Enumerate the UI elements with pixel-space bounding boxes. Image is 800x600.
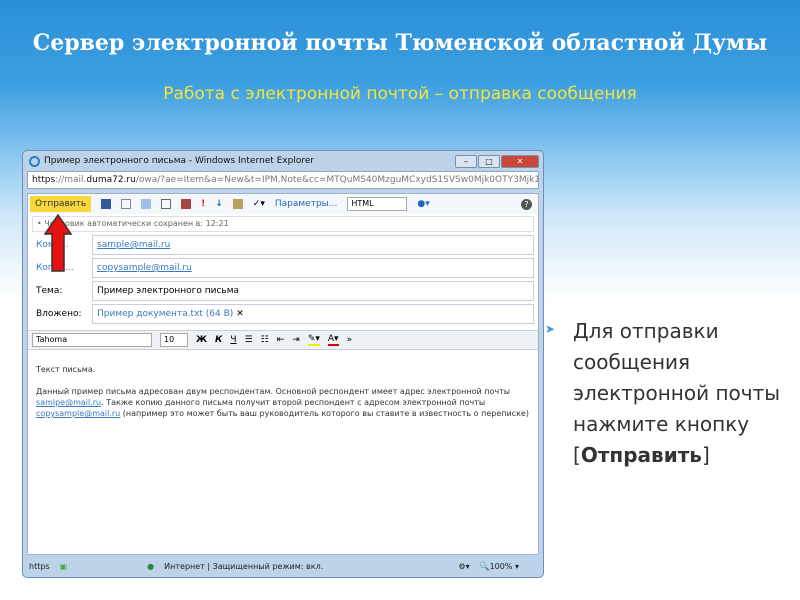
- bullets-icon[interactable]: ☰: [245, 335, 253, 345]
- title-bar: Пример электронного письма - Windows Int…: [23, 151, 543, 171]
- spellcheck-icon[interactable]: ✓▾: [253, 199, 265, 209]
- subject-label: Тема:: [36, 286, 63, 296]
- minimize-button[interactable]: –: [455, 154, 477, 168]
- url-pre: ://mail.: [55, 175, 87, 185]
- instruction-text: Для отправки сообщения электронной почты…: [573, 316, 793, 471]
- info-icon[interactable]: ●▾: [417, 199, 429, 209]
- page-icon: ▣: [59, 561, 68, 571]
- red-arrow-icon: [44, 214, 72, 272]
- low-importance-icon[interactable]: ↓: [215, 199, 223, 209]
- cc-field[interactable]: copysample@mail.ru: [92, 258, 534, 278]
- subject-field[interactable]: Пример электронного письма: [92, 281, 534, 301]
- image-icon[interactable]: [141, 199, 152, 209]
- body-line: Текст письма.: [36, 365, 96, 374]
- format-toolbar: Tahoma 10 Ж К Ч ☰ ☷ ⇤ ⇥ ✎▾ A▾ »: [28, 330, 538, 350]
- body-text: (например это может быть ваш руководител…: [120, 409, 529, 418]
- attach-label: Вложено:: [36, 309, 82, 319]
- globe-icon: ●: [147, 561, 155, 571]
- url-rest: /owa/?ae=Item&a=New&t=IPM.Note&cc=MTQuMS…: [135, 175, 539, 185]
- attachments-field: Пример документа.txt (64 B) ✕: [92, 304, 534, 324]
- zoom-control[interactable]: 🔍100% ▾: [480, 562, 519, 571]
- attachment-link[interactable]: Пример документа.txt (64 B): [97, 309, 233, 319]
- options-icon[interactable]: [232, 199, 243, 209]
- compose-toolbar: Отправить ! ↓ ✓▾ Параметры... HTML ●▾ ?: [28, 194, 538, 214]
- bracket-close: ]: [701, 443, 710, 467]
- instruction-button-name: Отправить: [580, 443, 702, 467]
- close-button[interactable]: ✕: [501, 154, 539, 168]
- url-scheme: https: [32, 175, 56, 185]
- cc-address: copysample@mail.ru: [97, 263, 192, 273]
- more-icon[interactable]: »: [347, 335, 353, 345]
- body-link[interactable]: copysample@mail.ru: [36, 409, 120, 418]
- numbering-icon[interactable]: ☷: [261, 335, 269, 345]
- to-address: sample@mail.ru: [97, 240, 171, 250]
- ie-icon: [29, 155, 40, 167]
- security-zone: Интернет | Защищенный режим: вкл.: [164, 561, 324, 571]
- bracket-open: [: [573, 443, 581, 467]
- slide-title: Сервер электронной почты Тюменской облас…: [32, 30, 768, 56]
- format-select[interactable]: HTML: [347, 197, 408, 211]
- url-host: duma72.ru: [86, 175, 136, 185]
- maximize-button[interactable]: □: [478, 154, 500, 168]
- window-title: Пример электронного письма - Windows Int…: [44, 156, 315, 166]
- italic-button[interactable]: К: [215, 335, 222, 345]
- size-select[interactable]: 10: [160, 333, 188, 347]
- bold-button[interactable]: Ж: [196, 335, 207, 345]
- body-text: Данный пример письма адресован двум респ…: [36, 387, 511, 396]
- compose-page: Отправить ! ↓ ✓▾ Параметры... HTML ●▾ ? …: [27, 193, 539, 555]
- font-color-icon[interactable]: A▾: [327, 334, 339, 346]
- save-icon[interactable]: [101, 199, 112, 209]
- autosave-notice: • Черновик автоматически сохранен в: 12:…: [32, 216, 534, 232]
- status-protocol: https: [29, 561, 50, 571]
- to-field[interactable]: sample@mail.ru: [92, 235, 534, 255]
- send-button[interactable]: Отправить: [30, 196, 92, 212]
- address-bar[interactable]: https://mail. duma72.ru/owa/?ae=Item&a=Ne…: [27, 171, 539, 189]
- browser-window: Пример электронного письма - Windows Int…: [22, 150, 544, 578]
- bullet-arrow-icon: ➤: [545, 322, 556, 336]
- attach-icon[interactable]: [121, 199, 132, 209]
- message-body[interactable]: Текст письма. Данный пример письма адрес…: [28, 350, 538, 433]
- body-link[interactable]: samlpe@mail.ru: [36, 398, 101, 407]
- help-icon[interactable]: ?: [521, 198, 532, 210]
- status-bar: https ▣ ● Интернет | Защищенный режим: в…: [27, 557, 539, 575]
- check-names-icon[interactable]: [181, 199, 192, 209]
- instruction-body: Для отправки сообщения электронной почты…: [573, 319, 781, 436]
- underline-button[interactable]: Ч: [230, 335, 236, 345]
- options-button[interactable]: Параметры...: [275, 199, 337, 209]
- font-select[interactable]: Tahoma: [32, 333, 152, 347]
- zoom-level: 100%: [489, 561, 513, 571]
- body-text: . Также копию данного письма получит вто…: [101, 398, 486, 407]
- remove-attachment-icon[interactable]: ✕: [236, 309, 244, 319]
- outdent-icon[interactable]: ⇤: [277, 335, 285, 345]
- slide-subtitle: Работа с электронной почтой – отправка с…: [163, 84, 637, 104]
- high-importance-icon[interactable]: !: [201, 199, 205, 209]
- protected-mode-icon[interactable]: ⚙▾: [458, 562, 469, 571]
- address-book-icon[interactable]: [161, 199, 172, 209]
- indent-icon[interactable]: ⇥: [292, 335, 300, 345]
- highlight-icon[interactable]: ✎▾: [307, 334, 320, 346]
